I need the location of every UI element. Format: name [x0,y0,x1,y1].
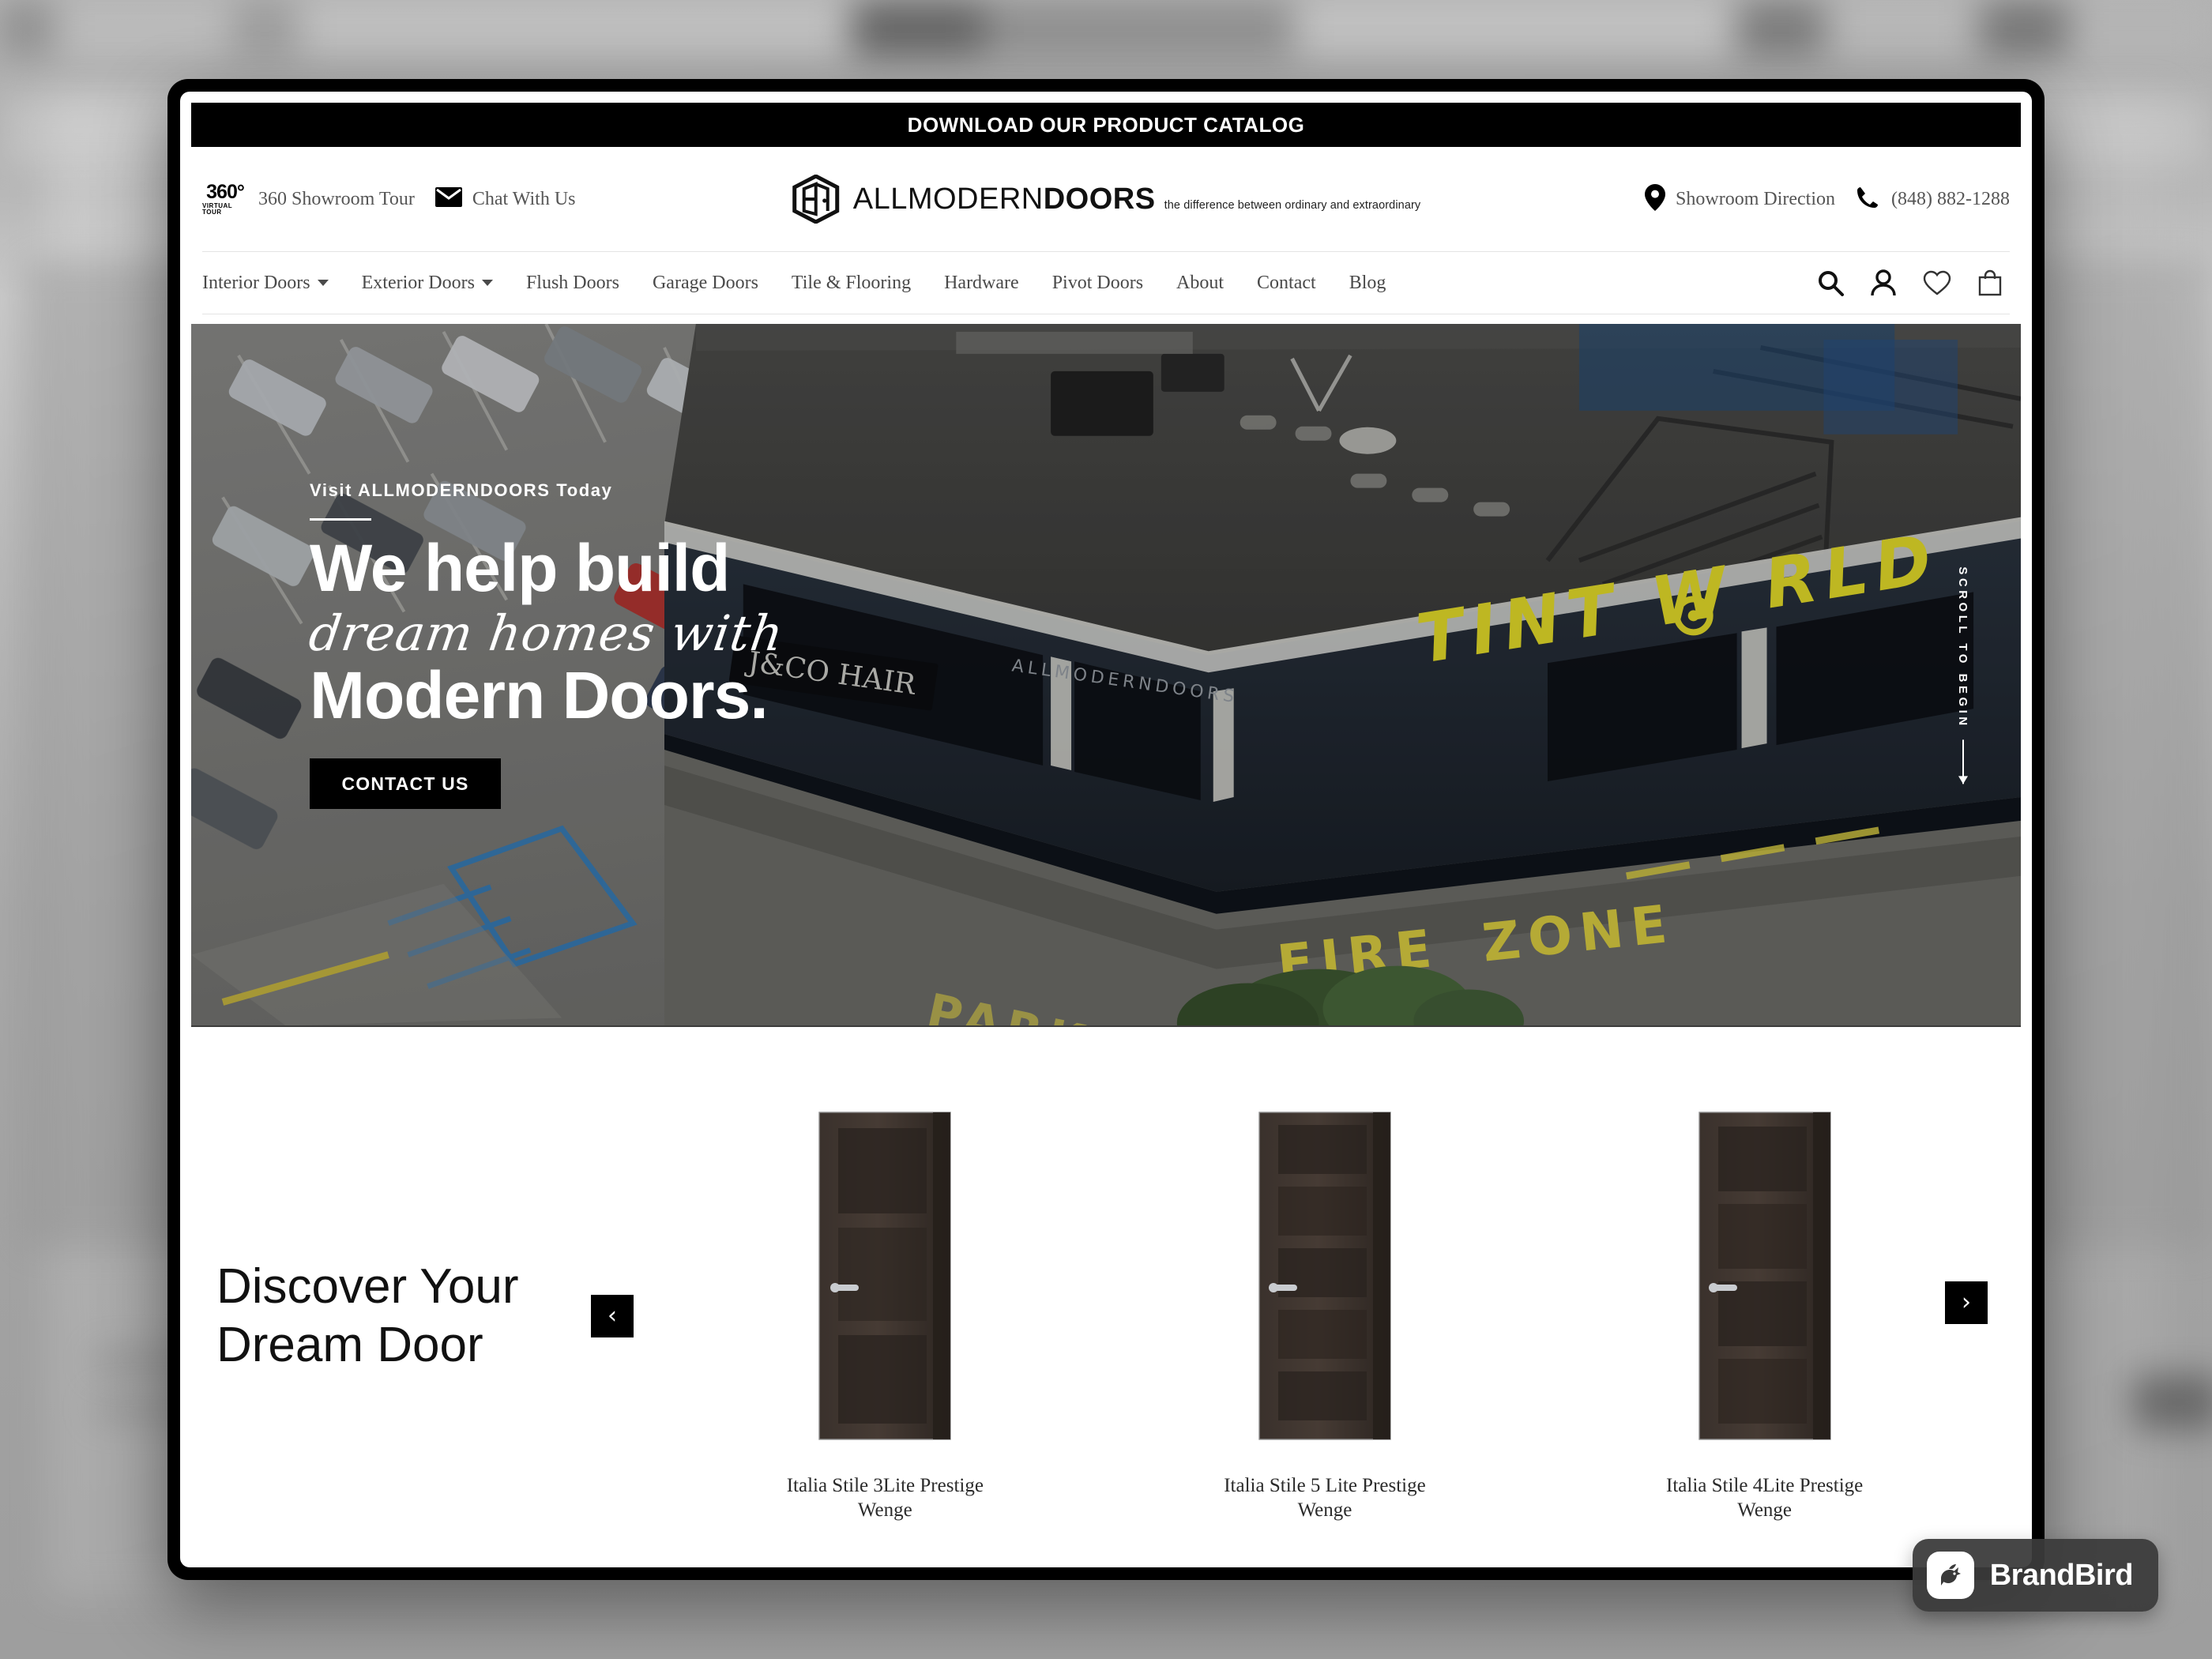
arrow-down-icon [1958,739,1968,784]
announcement-text: DOWNLOAD OUR PRODUCT CATALOG [907,112,1305,137]
nav-label: About [1176,272,1224,293]
hero-headline-line2: dream homes with [305,604,788,663]
main-navigation: Interior Doors Exterior Doors Flush Door… [202,251,2010,314]
scroll-hint-label: SCROLL TO BEGIN [1956,566,1969,729]
nav-item-hardware[interactable]: Hardware [927,273,1036,294]
hero-headline-line1: We help build [310,531,730,605]
discover-heading-line2: Dream Door [216,1317,483,1372]
account-icon[interactable] [1871,269,1896,296]
contact-us-button[interactable]: CONTACT US [310,758,501,810]
product-name: Italia Stile 5 Lite Prestige Wenge [1224,1475,1426,1521]
logo-tagline: the difference between ordinary and extr… [1164,199,1421,212]
product-image [1159,1109,1491,1441]
nav-item-garage-doors[interactable]: Garage Doors [636,273,775,294]
nav-label: Tile & Flooring [791,272,912,293]
nav-label: Contact [1257,272,1316,293]
brandbird-logo-icon [1926,1552,1974,1599]
allmoderndoors-mark-icon [792,174,841,224]
phone-icon [1856,185,1881,214]
showroom-direction-link[interactable]: Showroom Direction [1645,183,1836,215]
hero-divider [310,518,371,521]
product-image [719,1109,1051,1441]
nav-item-contact[interactable]: Contact [1240,273,1333,294]
utility-right-group: Showroom Direction (848) 882-1288 [1645,183,2010,215]
phone-link[interactable]: (848) 882-1288 [1856,185,2010,214]
backdrop-right-card-smear [2022,261,2212,1248]
brandbird-watermark[interactable]: BrandBird [1912,1539,2158,1612]
nav-item-blog[interactable]: Blog [1333,273,1403,294]
nav-item-interior-doors[interactable]: Interior Doors [202,273,345,294]
showroom-tour-link[interactable]: 360° VIRTUAL TOUR 360 Showroom Tour [202,182,415,216]
chat-with-us-label: Chat With Us [472,188,576,209]
browser-viewport: DOWNLOAD OUR PRODUCT CATALOG 360° VIRTUA… [180,92,2032,1567]
carousel-next-button[interactable]: › [1945,1281,1988,1324]
wishlist-heart-icon[interactable] [1923,270,1951,295]
backdrop-block-smear [2133,1375,2212,1430]
chevron-down-icon [317,280,329,286]
nav-label: Hardware [944,272,1019,293]
chat-with-us-link[interactable]: Chat With Us [434,187,576,211]
nav-item-about[interactable]: About [1160,273,1240,294]
discover-section: Discover Your Dream Door ‹ Italia Stile … [180,1027,2032,1567]
announcement-bar[interactable]: DOWNLOAD OUR PRODUCT CATALOG [191,103,2021,147]
nav-label: Garage Doors [652,272,758,293]
360-virtual-tour-icon: 360° VIRTUAL TOUR [202,181,245,216]
nav-icon-group [1817,269,2010,296]
site-logo[interactable]: ALLMODERNDOORS the difference between or… [792,174,1421,224]
nav-label: Pivot Doors [1051,272,1144,293]
utility-bar: 360° VIRTUAL TOUR 360 Showroom Tour Chat… [180,147,2032,251]
hero-headline-line3: Modern Doors. [310,658,769,733]
shopping-bag-icon[interactable] [1978,269,2002,296]
showroom-direction-label: Showroom Direction [1676,188,1836,209]
discover-heading-line1: Discover Your [216,1259,519,1315]
nav-label: Exterior Doors [361,272,475,293]
phone-number-label: (848) 882-1288 [1891,188,2010,209]
search-icon[interactable] [1817,269,1844,296]
product-name: Italia Stile 4Lite Prestige Wenge [1666,1475,1864,1521]
door-5lite-image [1258,1112,1391,1440]
door-3lite-image [818,1112,952,1440]
product-card[interactable]: Italia Stile 3Lite Prestige Wenge [719,1109,1051,1522]
brandbird-label: BrandBird [1989,1558,2134,1592]
nav-label: Blog [1349,272,1386,293]
product-carousel: Italia Stile 3Lite Prestige Wenge Italia… [634,1109,2032,1522]
backdrop-toolbar-smear [0,0,2212,57]
nav-links: Interior Doors Exterior Doors Flush Door… [202,273,1402,294]
utility-left-group: 360° VIRTUAL TOUR 360 Showroom Tour Chat… [202,182,575,216]
door-4lite-image [1698,1112,1831,1440]
device-frame: DOWNLOAD OUR PRODUCT CATALOG 360° VIRTUA… [167,79,2045,1580]
nav-item-exterior-doors[interactable]: Exterior Doors [345,273,510,294]
logo-name-secondary: DOORS [1043,182,1156,216]
nav-item-pivot-doors[interactable]: Pivot Doors [1036,273,1160,294]
product-card[interactable]: Italia Stile 5 Lite Prestige Wenge [1159,1109,1491,1522]
hero-banner: TINT W RLD J&CO HAIR ALLMODERNDOORS FIRE… [191,324,2021,1027]
hero-content: Visit ALLMODERNDOORS Today We help build… [306,480,788,810]
nav-label: Interior Doors [202,272,310,293]
product-name: Italia Stile 3Lite Prestige Wenge [786,1475,984,1521]
logo-name-primary: ALLMODERN [852,182,1044,216]
envelope-icon [434,187,462,211]
nav-label: Flush Doors [525,272,619,293]
product-image [1599,1109,1931,1441]
logo-text: ALLMODERNDOORS the difference between or… [853,184,1421,214]
hero-kicker: Visit ALLMODERNDOORS Today [310,480,613,500]
nav-item-flush-doors[interactable]: Flush Doors [510,273,636,294]
carousel-prev-button[interactable]: ‹ [591,1294,634,1337]
nav-item-tile-and-flooring[interactable]: Tile & Flooring [775,273,927,294]
map-pin-icon [1645,183,1666,215]
chevron-down-icon [481,280,493,286]
scroll-to-begin-hint: SCROLL TO BEGIN [1943,566,1983,784]
showroom-tour-label: 360 Showroom Tour [258,188,415,209]
product-card[interactable]: Italia Stile 4Lite Prestige Wenge [1599,1109,1931,1522]
discover-heading: Discover Your Dream Door [180,1258,591,1373]
